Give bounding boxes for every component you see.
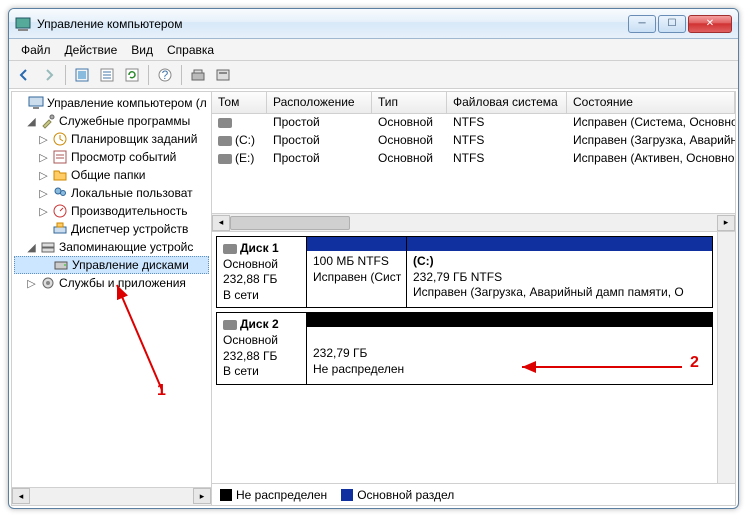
- action2-button[interactable]: [212, 64, 234, 86]
- folder-icon: [52, 167, 68, 183]
- menu-file[interactable]: Файл: [15, 41, 57, 59]
- disks-vscroll[interactable]: [717, 232, 735, 483]
- close-button[interactable]: ✕: [688, 15, 732, 33]
- titlebar[interactable]: Управление компьютером ─ ☐ ✕: [9, 9, 738, 39]
- app-icon: [15, 16, 31, 32]
- partition[interactable]: (C:) 232,79 ГБ NTFS Исправен (Загрузка, …: [407, 237, 712, 307]
- legend-swatch-unalloc: [220, 489, 232, 501]
- properties-button[interactable]: [96, 64, 118, 86]
- scroll-left-button[interactable]: ◂: [12, 488, 30, 504]
- volume-list[interactable]: Том Расположение Тип Файловая система Со…: [212, 92, 735, 232]
- menu-view[interactable]: Вид: [125, 41, 159, 59]
- storage-icon: [40, 239, 56, 255]
- maximize-button[interactable]: ☐: [658, 15, 686, 33]
- disk-icon: [223, 244, 237, 254]
- clock-icon: [52, 131, 68, 147]
- volume-icon: [218, 154, 232, 164]
- tree-scheduler[interactable]: ▷Планировщик заданий: [14, 130, 209, 148]
- tools-icon: [40, 113, 56, 129]
- menu-help[interactable]: Справка: [161, 41, 220, 59]
- legend-swatch-primary: [341, 489, 353, 501]
- tree-shared[interactable]: ▷Общие папки: [14, 166, 209, 184]
- tree-storage[interactable]: ◢Запоминающие устройс: [14, 238, 209, 256]
- svg-text:?: ?: [162, 68, 169, 82]
- disk-label: Диск 2 Основной 232,88 ГБ В сети: [217, 313, 307, 383]
- tree-root[interactable]: Управление компьютером (л: [14, 94, 209, 112]
- scroll-thumb[interactable]: [230, 216, 350, 230]
- table-row[interactable]: (E:)ПростойОсновнойNTFSИсправен (Активен…: [212, 150, 735, 168]
- col-status[interactable]: Состояние: [567, 92, 735, 113]
- up-button[interactable]: [71, 64, 93, 86]
- menu-action[interactable]: Действие: [59, 41, 124, 59]
- volume-icon: [218, 118, 232, 128]
- toolbar: ?: [9, 61, 738, 89]
- users-icon: [52, 185, 68, 201]
- computer-icon: [28, 95, 44, 111]
- col-fs[interactable]: Файловая система: [447, 92, 567, 113]
- table-row[interactable]: ПростойОсновнойNTFSИсправен (Система, Ос…: [212, 114, 735, 132]
- help-button[interactable]: ?: [154, 64, 176, 86]
- annotation-label-2: 2: [690, 354, 699, 372]
- app-window: Управление компьютером ─ ☐ ✕ Файл Действ…: [8, 8, 739, 509]
- disk-label: Диск 1 Основной 232,88 ГБ В сети: [217, 237, 307, 307]
- partition-unallocated[interactable]: 232,79 ГБ Не распределен: [307, 313, 712, 383]
- back-button[interactable]: [13, 64, 35, 86]
- disk-row-2[interactable]: Диск 2 Основной 232,88 ГБ В сети 232,79 …: [216, 312, 713, 384]
- scroll-right-button[interactable]: ▸: [193, 488, 211, 504]
- tree-perf[interactable]: ▷Производительность: [14, 202, 209, 220]
- services-icon: [40, 275, 56, 291]
- tree-system-tools[interactable]: ◢Служебные программы: [14, 112, 209, 130]
- tree-users[interactable]: ▷Локальные пользоват: [14, 184, 209, 202]
- device-icon: [52, 221, 68, 237]
- tree-services[interactable]: ▷Службы и приложения: [14, 274, 209, 292]
- disk-row-1[interactable]: Диск 1 Основной 232,88 ГБ В сети 100 МБ …: [216, 236, 713, 308]
- tree-diskmgmt[interactable]: Управление дисками: [14, 256, 209, 274]
- grid-header: Том Расположение Тип Файловая система Со…: [212, 92, 735, 114]
- col-volume[interactable]: Том: [212, 92, 267, 113]
- legend: Не распределен Основной раздел: [212, 483, 735, 505]
- forward-button[interactable]: [38, 64, 60, 86]
- window-title: Управление компьютером: [37, 17, 628, 31]
- scroll-right-button[interactable]: ▸: [717, 215, 735, 231]
- col-layout[interactable]: Расположение: [267, 92, 372, 113]
- disk-icon: [53, 257, 69, 273]
- action1-button[interactable]: [187, 64, 209, 86]
- minimize-button[interactable]: ─: [628, 15, 656, 33]
- grid-hscroll[interactable]: ◂ ▸: [212, 213, 735, 231]
- disk-icon: [223, 320, 237, 330]
- table-row[interactable]: (C:)ПростойОсновнойNTFSИсправен (Загрузк…: [212, 132, 735, 150]
- annotation-arrow-1: [112, 280, 192, 400]
- tree-devmgr[interactable]: Диспетчер устройств: [14, 220, 209, 238]
- tree-pane[interactable]: Управление компьютером (л ◢Служебные про…: [12, 92, 212, 505]
- scroll-left-button[interactable]: ◂: [212, 215, 230, 231]
- disk-map[interactable]: Диск 1 Основной 232,88 ГБ В сети 100 МБ …: [212, 232, 735, 483]
- refresh-button[interactable]: [121, 64, 143, 86]
- menubar: Файл Действие Вид Справка: [9, 39, 738, 61]
- col-type[interactable]: Тип: [372, 92, 447, 113]
- perf-icon: [52, 203, 68, 219]
- annotation-label-1: 1: [157, 382, 166, 400]
- event-icon: [52, 149, 68, 165]
- tree-event-viewer[interactable]: ▷Просмотр событий: [14, 148, 209, 166]
- volume-icon: [218, 136, 232, 146]
- partition[interactable]: 100 МБ NTFS Исправен (Сист: [307, 237, 407, 307]
- tree-hscroll[interactable]: ◂ ▸: [12, 487, 211, 505]
